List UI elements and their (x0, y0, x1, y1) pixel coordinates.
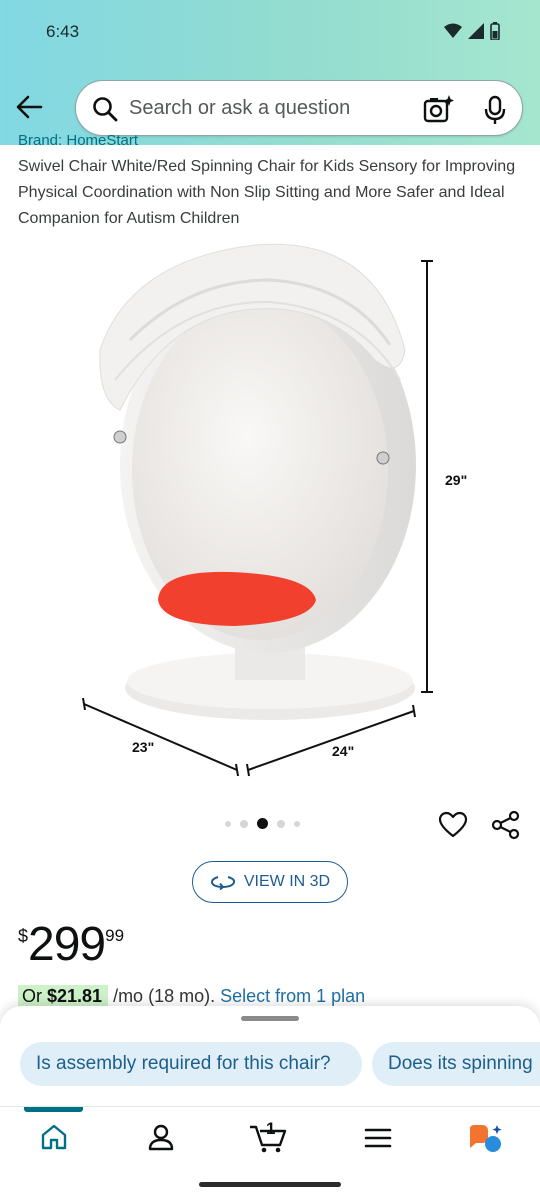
question-chip[interactable]: Is assembly required for this chair? (20, 1042, 362, 1086)
carousel-dot[interactable] (225, 820, 231, 827)
dimension-height: 29" (445, 472, 467, 488)
rufus-question-sheet: Is assembly required for this chair? Doe… (0, 1006, 540, 1106)
price: $ 299 99 (18, 920, 124, 970)
monthly-prefix: Or (22, 986, 47, 1006)
product-title: Swivel Chair White/Red Spinning Chair fo… (18, 158, 516, 227)
nav-menu[interactable] (364, 1127, 392, 1154)
rufus-icon (470, 1125, 502, 1152)
share-icon[interactable] (491, 810, 521, 840)
price-symbol: $ (18, 926, 29, 946)
gesture-bar (199, 1182, 341, 1187)
dimension-width-left: 23" (132, 739, 154, 755)
carousel-dot-active[interactable] (257, 818, 268, 829)
sheet-drag-handle[interactable] (241, 1016, 299, 1021)
image-carousel-dots[interactable] (225, 818, 300, 829)
rotate-3d-icon (210, 876, 235, 890)
price-fraction: 99 (105, 926, 125, 945)
question-chip[interactable]: Does its spinning (372, 1042, 540, 1086)
status-time: 6:43 (46, 22, 80, 41)
nav-cart[interactable]: 1 (248, 1119, 288, 1158)
header-bar: 6:43 Search or ask a question (0, 0, 540, 145)
carousel-dot[interactable] (240, 819, 248, 828)
active-tab-indicator (24, 1107, 83, 1112)
wifi-icon (444, 23, 462, 38)
menu-icon (364, 1128, 392, 1148)
price-whole: 299 (28, 918, 106, 971)
nav-home[interactable] (40, 1123, 68, 1156)
person-icon (148, 1124, 174, 1151)
heart-icon[interactable] (438, 811, 468, 839)
arrow-left-icon (16, 95, 43, 119)
brand-link[interactable]: Brand: HomeStart (18, 132, 138, 146)
nav-account[interactable] (147, 1123, 175, 1156)
search-input[interactable]: Search or ask a question (129, 97, 350, 120)
battery-icon (490, 22, 500, 40)
view-in-3d-label: VIEW IN 3D (243, 873, 331, 890)
mic-icon[interactable] (484, 95, 506, 125)
carousel-dot[interactable] (294, 820, 300, 827)
view-in-3d-button[interactable]: VIEW IN 3D (192, 861, 348, 903)
camera-sparkle-icon[interactable] (422, 94, 454, 124)
search-bar[interactable]: Search or ask a question (75, 80, 523, 136)
product-image[interactable]: 29" 23" 24" (70, 240, 470, 780)
carousel-dot[interactable] (277, 819, 285, 828)
monthly-amount: $21.81 (47, 986, 103, 1006)
monthly-pill: Or $21.81 (18, 985, 109, 1007)
nav-rufus[interactable] (466, 1123, 506, 1160)
cart-badge: 1 (266, 1119, 276, 1138)
monthly-payment: Or $21.81 /mo (18 mo). Select from 1 pla… (18, 985, 365, 1007)
signal-icon (468, 23, 484, 39)
home-icon (41, 1124, 67, 1150)
monthly-suffix: /mo (18 mo). (108, 986, 221, 1006)
select-plan-link[interactable]: Select from 1 plan (220, 986, 365, 1006)
back-button[interactable] (14, 92, 44, 122)
dimension-width-right: 24" (332, 743, 354, 759)
search-icon[interactable] (92, 96, 118, 122)
status-icons (444, 22, 500, 40)
